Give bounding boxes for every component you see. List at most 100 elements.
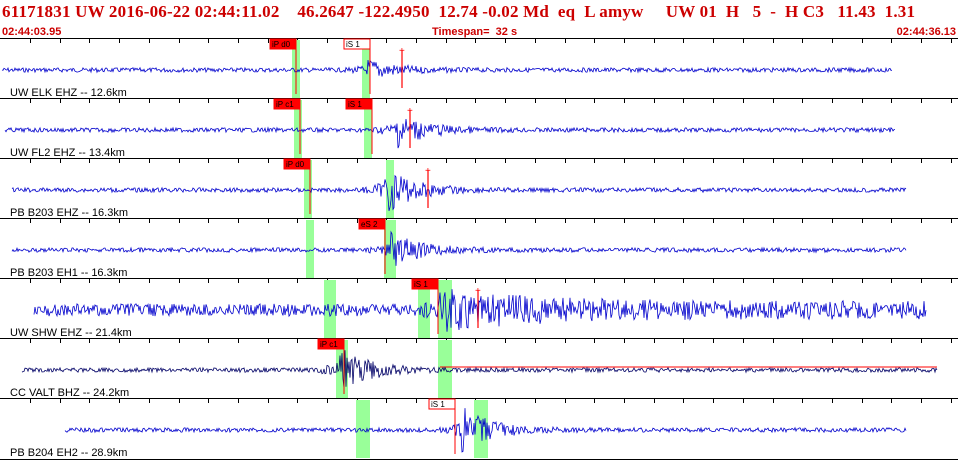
time-tick: [743, 39, 744, 43]
time-tick: [268, 159, 269, 163]
time-tick: [921, 159, 922, 163]
time-tick: [594, 39, 595, 43]
pick-label: iP d0: [272, 40, 291, 49]
time-tick: [654, 219, 655, 223]
time-tick: [565, 219, 566, 223]
time-tick: [238, 39, 239, 43]
time-tick: [149, 399, 150, 403]
time-tick: [30, 159, 31, 163]
time-tick: [683, 99, 684, 103]
time-tick: [891, 399, 892, 403]
time-tick: [921, 279, 922, 283]
waveform-trace: [4, 118, 896, 149]
time-tick: [802, 339, 803, 343]
time-tick: [624, 219, 625, 223]
time-tick: [832, 159, 833, 163]
time-tick: [832, 99, 833, 103]
time-tick: [921, 399, 922, 403]
time-tick: [862, 99, 863, 103]
time-tick: [743, 159, 744, 163]
time-tick: [565, 39, 566, 43]
time-tick: [30, 39, 31, 43]
seismogram-panel[interactable]: + iP d0 iS 1 UW ELK EHZ -- 12.6km + iP c1 iS 1…: [0, 38, 958, 460]
plus-icon: +: [407, 106, 413, 117]
time-tick: [594, 159, 595, 163]
time-tick: [268, 219, 269, 223]
time-tick: [594, 279, 595, 283]
pick-label: iS 1: [348, 100, 362, 109]
time-tick: [357, 219, 358, 223]
channel-label: CC VALT BHZ -- 24.2km: [10, 387, 129, 399]
channel-row[interactable]: + iP d0 PB B203 EHZ -- 16.3km: [0, 158, 958, 220]
time-tick: [565, 279, 566, 283]
plus-icon: +: [399, 46, 405, 57]
time-tick: [327, 399, 328, 403]
time-tick: [535, 339, 536, 343]
pick-window: [438, 280, 452, 338]
time-tick: [327, 39, 328, 43]
time-tick: [30, 399, 31, 403]
time-tick: [416, 39, 417, 43]
channel-row[interactable]: iP c1 CC VALT BHZ -- 24.2km: [0, 338, 958, 400]
time-tick: [535, 99, 536, 103]
channel-label: UW FL2 EHZ -- 13.4km: [10, 147, 125, 159]
time-tick: [773, 339, 774, 343]
time-tick: [832, 279, 833, 283]
time-tick: [89, 39, 90, 43]
time-tick: [386, 39, 387, 43]
time-tick: [30, 339, 31, 343]
time-tick: [60, 39, 61, 43]
time-tick: [475, 279, 476, 283]
channel-row[interactable]: + iP c1 iS 1 UW FL2 EHZ -- 13.4km: [0, 98, 958, 160]
time-tick: [921, 39, 922, 43]
time-tick: [446, 39, 447, 43]
time-tick: [594, 399, 595, 403]
time-tick: [60, 399, 61, 403]
time-tick: [208, 159, 209, 163]
time-tick: [297, 399, 298, 403]
time-tick: [149, 39, 150, 43]
time-tick: [713, 219, 714, 223]
channel-row[interactable]: eS 2 PB B203 EH1 -- 16.3km: [0, 218, 958, 280]
time-tick: [446, 219, 447, 223]
time-tick: [416, 159, 417, 163]
time-tick: [149, 159, 150, 163]
time-tick: [416, 399, 417, 403]
time-tick: [862, 219, 863, 223]
time-tick: [386, 339, 387, 343]
time-tick: [238, 279, 239, 283]
waveform-trace: [11, 230, 907, 266]
time-tick: [327, 99, 328, 103]
time-tick: [60, 219, 61, 223]
time-tick: [951, 99, 952, 103]
time-tick: [30, 99, 31, 103]
time-tick: [268, 99, 269, 103]
time-tick: [743, 339, 744, 343]
time-tick: [683, 219, 684, 223]
waveform-trace: [11, 174, 907, 212]
time-tick: [179, 339, 180, 343]
channel-row[interactable]: + iS 1 UW SHW EHZ -- 21.4km: [0, 278, 958, 340]
time-tick: [951, 39, 952, 43]
time-tick: [238, 99, 239, 103]
time-tick: [208, 399, 209, 403]
time-tick: [891, 279, 892, 283]
time-tick: [119, 99, 120, 103]
channel-label: PB B203 EHZ -- 16.3km: [10, 207, 128, 219]
time-tick: [891, 219, 892, 223]
time-tick: [505, 39, 506, 43]
time-tick: [149, 279, 150, 283]
pick-label: iS 1: [346, 40, 360, 49]
time-tick: [505, 399, 506, 403]
time-tick: [238, 339, 239, 343]
time-tick: [297, 339, 298, 343]
channel-row[interactable]: iS 1 PB B204 EH2 -- 28.9km: [0, 398, 958, 460]
time-tick: [951, 279, 952, 283]
time-tick: [30, 279, 31, 283]
channel-row[interactable]: + iP d0 iS 1 UW ELK EHZ -- 12.6km: [0, 38, 958, 100]
time-tick: [89, 99, 90, 103]
time-tick: [921, 339, 922, 343]
time-tick: [802, 99, 803, 103]
time-tick: [60, 99, 61, 103]
time-tick: [862, 159, 863, 163]
